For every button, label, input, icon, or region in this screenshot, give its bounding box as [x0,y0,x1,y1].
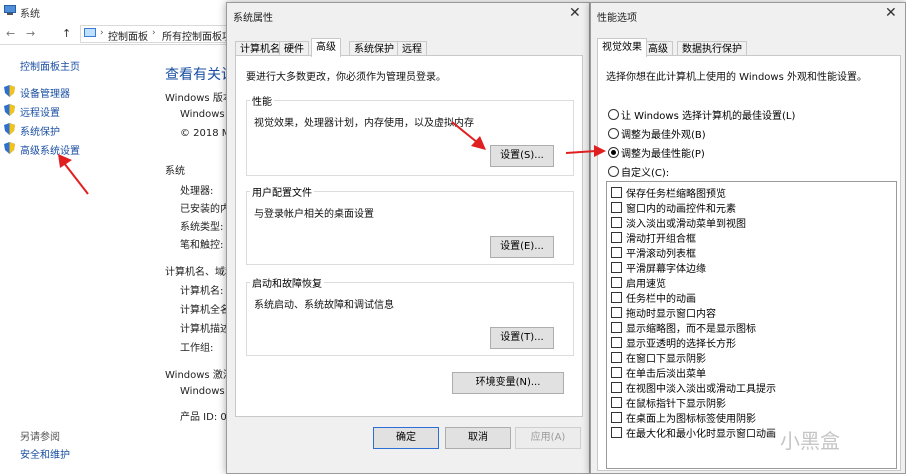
arrow-to-performance-settings [451,121,486,150]
tab-advanced[interactable]: 高级 [311,38,341,57]
arrow-to-advanced-settings [58,154,89,195]
watermark: 小黑盒 [780,429,840,453]
annotation-arrows [58,121,606,195]
arrow-to-best-performance [565,145,606,157]
tab-visual-effects[interactable]: 视觉效果 [597,38,647,57]
